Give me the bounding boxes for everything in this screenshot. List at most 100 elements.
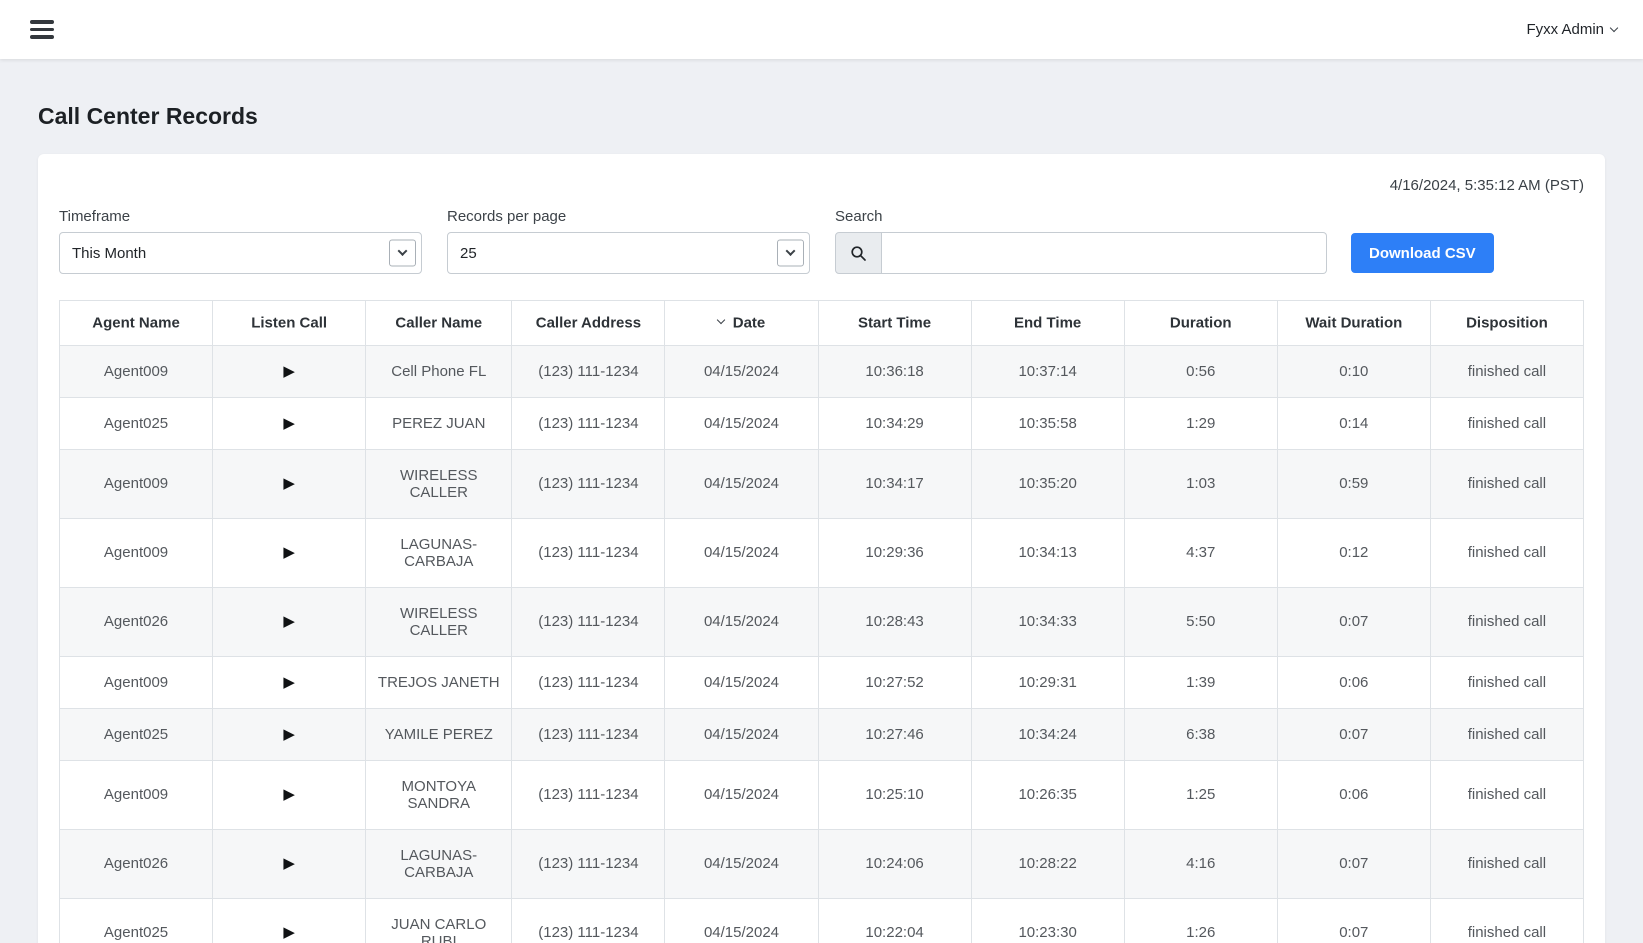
cell-start-time: 10:36:18 (818, 345, 971, 397)
column-header-agent-name[interactable]: Agent Name (60, 301, 213, 346)
cell-caller-address: (123) 111-1234 (512, 708, 665, 760)
listen-call-cell: ▶ (213, 587, 366, 656)
listen-call-cell: ▶ (213, 898, 366, 943)
column-header-label: Listen Call (251, 315, 327, 332)
cell-wait-duration: 0:12 (1277, 518, 1430, 587)
cell-agent-name: Agent026 (60, 587, 213, 656)
cell-end-time: 10:23:30 (971, 898, 1124, 943)
column-header-date[interactable]: Date (665, 301, 818, 346)
table-row: Agent025▶JUAN CARLO RUBI(123) 111-123404… (60, 898, 1584, 943)
cell-disposition: finished call (1430, 449, 1583, 518)
page-content: Call Center Records 4/16/2024, 5:35:12 A… (0, 103, 1643, 943)
cell-end-time: 10:34:24 (971, 708, 1124, 760)
column-header-label: Start Time (858, 315, 931, 332)
cell-date: 04/15/2024 (665, 518, 818, 587)
column-header-label: Disposition (1466, 315, 1548, 332)
play-call-button[interactable]: ▶ (283, 925, 295, 940)
table-row: Agent026▶WIRELESS CALLER(123) 111-123404… (60, 587, 1584, 656)
cell-start-time: 10:27:46 (818, 708, 971, 760)
play-call-button[interactable]: ▶ (283, 476, 295, 491)
search-button[interactable] (835, 232, 882, 274)
play-call-button[interactable]: ▶ (283, 545, 295, 560)
cell-duration: 4:16 (1124, 829, 1277, 898)
play-call-button[interactable]: ▶ (283, 614, 295, 629)
cell-wait-duration: 0:59 (1277, 449, 1430, 518)
cell-start-time: 10:29:36 (818, 518, 971, 587)
column-header-end-time[interactable]: End Time (971, 301, 1124, 346)
cell-disposition: finished call (1430, 829, 1583, 898)
play-call-button[interactable]: ▶ (283, 364, 295, 379)
cell-date: 04/15/2024 (665, 898, 818, 943)
timeframe-select[interactable]: This Month (59, 232, 422, 274)
column-header-disposition[interactable]: Disposition (1430, 301, 1583, 346)
cell-date: 04/15/2024 (665, 708, 818, 760)
cell-caller-address: (123) 111-1234 (512, 397, 665, 449)
timeframe-field: Timeframe This Month (59, 208, 422, 274)
cell-caller-name: YAMILE PEREZ (366, 708, 512, 760)
cell-caller-name: WIRELESS CALLER (366, 587, 512, 656)
cell-caller-name: JUAN CARLO RUBI (366, 898, 512, 943)
column-header-listen-call[interactable]: Listen Call (213, 301, 366, 346)
cell-duration: 0:56 (1124, 345, 1277, 397)
cell-start-time: 10:22:04 (818, 898, 971, 943)
play-call-button[interactable]: ▶ (283, 787, 295, 802)
play-call-button[interactable]: ▶ (283, 675, 295, 690)
table-row: Agent009▶Cell Phone FL(123) 111-123404/1… (60, 345, 1584, 397)
cell-caller-name: Cell Phone FL (366, 345, 512, 397)
play-call-button[interactable]: ▶ (283, 856, 295, 871)
records-card: 4/16/2024, 5:35:12 AM (PST) Timeframe Th… (38, 154, 1605, 943)
user-menu-label: Fyxx Admin (1526, 21, 1604, 38)
cell-end-time: 10:35:58 (971, 397, 1124, 449)
cell-duration: 6:38 (1124, 708, 1277, 760)
cell-end-time: 10:34:13 (971, 518, 1124, 587)
column-header-start-time[interactable]: Start Time (818, 301, 971, 346)
column-header-duration[interactable]: Duration (1124, 301, 1277, 346)
cell-start-time: 10:28:43 (818, 587, 971, 656)
cell-caller-name: LAGUNAS-CARBAJA (366, 518, 512, 587)
records-table-header-row: Agent Name Listen Call Caller Name Caller A… (60, 301, 1584, 346)
table-row: Agent026▶LAGUNAS-CARBAJA(123) 111-123404… (60, 829, 1584, 898)
menu-button[interactable] (26, 16, 58, 43)
column-header-label: Caller Name (395, 315, 482, 332)
cell-wait-duration: 0:06 (1277, 656, 1430, 708)
cell-wait-duration: 0:06 (1277, 760, 1430, 829)
cell-wait-duration: 0:07 (1277, 898, 1430, 943)
cell-duration: 5:50 (1124, 587, 1277, 656)
cell-wait-duration: 0:10 (1277, 345, 1430, 397)
table-row: Agent025▶PEREZ JUAN(123) 111-123404/15/2… (60, 397, 1584, 449)
page-title: Call Center Records (38, 103, 1605, 130)
cell-agent-name: Agent009 (60, 449, 213, 518)
cell-start-time: 10:24:06 (818, 829, 971, 898)
cell-agent-name: Agent009 (60, 656, 213, 708)
cell-wait-duration: 0:14 (1277, 397, 1430, 449)
search-icon (850, 245, 867, 262)
table-row: Agent009▶MONTOYA SANDRA(123) 111-123404/… (60, 760, 1584, 829)
play-call-button[interactable]: ▶ (283, 727, 295, 742)
chevron-down-icon (1610, 23, 1618, 31)
column-header-caller-address[interactable]: Caller Address (512, 301, 665, 346)
cell-caller-address: (123) 111-1234 (512, 587, 665, 656)
user-menu-button[interactable]: Fyxx Admin (1526, 21, 1617, 38)
column-header-wait-duration[interactable]: Wait Duration (1277, 301, 1430, 346)
cell-duration: 1:26 (1124, 898, 1277, 943)
column-header-caller-name[interactable]: Caller Name (366, 301, 512, 346)
cell-disposition: finished call (1430, 587, 1583, 656)
search-input[interactable] (882, 232, 1327, 274)
cell-end-time: 10:37:14 (971, 345, 1124, 397)
cell-caller-name: PEREZ JUAN (366, 397, 512, 449)
records-per-page-select[interactable]: 25 (447, 232, 810, 274)
listen-call-cell: ▶ (213, 518, 366, 587)
current-timestamp: 4/16/2024, 5:35:12 AM (PST) (59, 175, 1584, 194)
listen-call-cell: ▶ (213, 397, 366, 449)
cell-start-time: 10:27:52 (818, 656, 971, 708)
cell-duration: 1:03 (1124, 449, 1277, 518)
cell-disposition: finished call (1430, 708, 1583, 760)
records-table: Agent Name Listen Call Caller Name Caller A… (59, 300, 1584, 943)
cell-caller-name: TREJOS JANETH (366, 656, 512, 708)
cell-caller-name: WIRELESS CALLER (366, 449, 512, 518)
play-call-button[interactable]: ▶ (283, 416, 295, 431)
column-header-label: Date (733, 315, 766, 332)
download-csv-button[interactable]: Download CSV (1351, 233, 1494, 273)
cell-date: 04/15/2024 (665, 397, 818, 449)
cell-end-time: 10:34:33 (971, 587, 1124, 656)
